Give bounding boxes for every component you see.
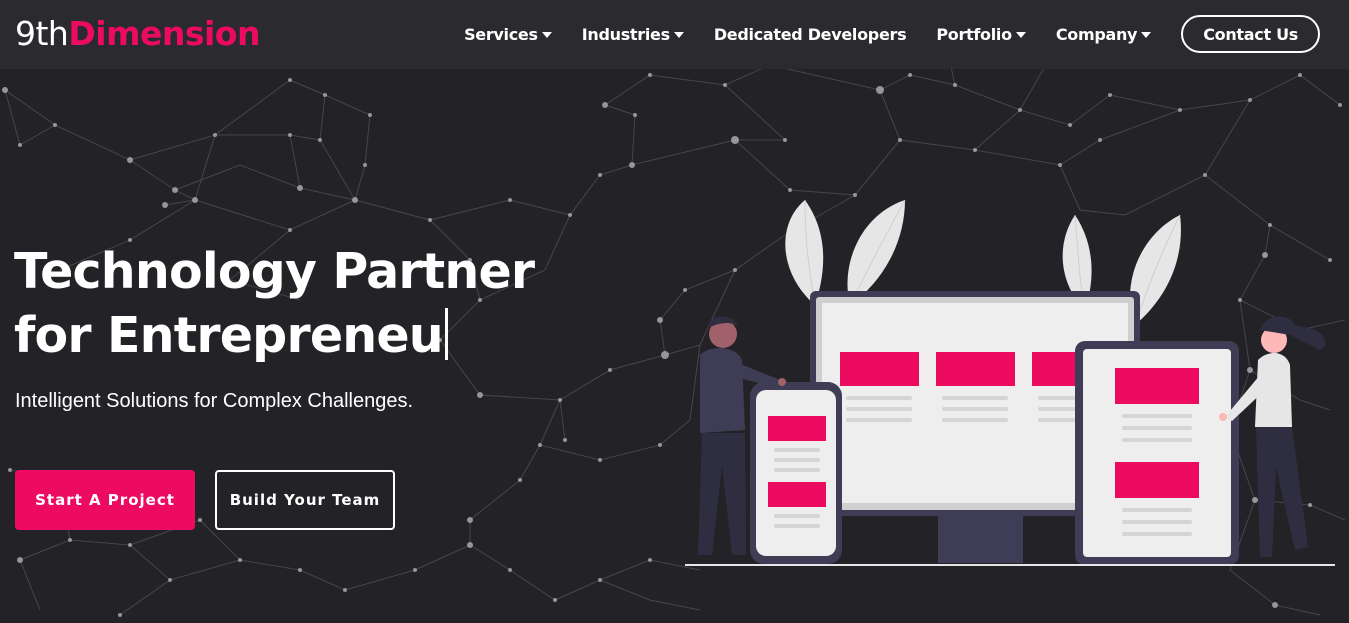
nav-item-label: Industries (581, 24, 670, 44)
typing-cursor (444, 308, 448, 360)
caret-down-icon (1015, 32, 1026, 38)
nav-item-label: Dedicated Developers (713, 24, 907, 44)
caret-down-icon (1141, 32, 1152, 38)
nav-item-company[interactable]: Company (1055, 24, 1152, 44)
hero-title-typed-text: for Entrepreneu (14, 307, 444, 364)
main-nav: Services Industries Dedicated Developers… (464, 15, 1320, 53)
logo-prefix: 9th (15, 14, 69, 53)
site-header: 9thDimension Services Industries Dedicat… (0, 0, 1349, 69)
hero-title-line-2: for Entrepreneu (14, 304, 634, 368)
contact-us-button[interactable]: Contact Us (1181, 15, 1320, 53)
logo-brand: Dimension (68, 14, 260, 53)
nav-item-industries[interactable]: Industries (582, 25, 684, 44)
nav-item-dedicated-developers[interactable]: Dedicated Developers (714, 25, 907, 44)
logo[interactable]: 9thDimension (15, 14, 260, 54)
hero-title: Technology Partner for Entrepreneu (14, 240, 634, 368)
nav-item-portfolio[interactable]: Portfolio (936, 24, 1026, 44)
start-project-button[interactable]: Start A Project (15, 470, 195, 530)
caret-down-icon (673, 32, 684, 38)
build-team-button[interactable]: Build Your Team (215, 470, 395, 530)
nav-item-label: Portfolio (936, 24, 1012, 44)
hero-title-line-1: Technology Partner (14, 243, 535, 300)
phone-illustration (750, 382, 842, 564)
caret-down-icon (541, 32, 552, 38)
nav-item-label: Services (464, 24, 538, 44)
hero-subtitle: Intelligent Solutions for Complex Challe… (15, 390, 413, 412)
tablet-illustration (1075, 341, 1239, 565)
nav-item-services[interactable]: Services (464, 25, 552, 44)
hero-illustration (685, 199, 1335, 566)
nav-item-label: Company (1055, 24, 1138, 44)
